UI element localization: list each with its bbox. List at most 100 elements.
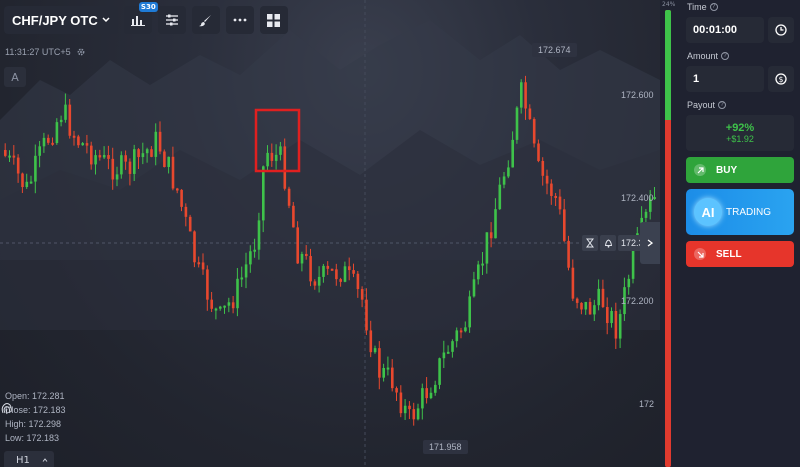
candle-body (416, 408, 420, 420)
candle-body (55, 122, 59, 143)
candle-body (563, 209, 566, 241)
candle-body (511, 139, 514, 168)
candle-body (34, 155, 37, 182)
chart-type-button[interactable]: S30 (123, 2, 158, 34)
candle-body (472, 279, 476, 297)
more-options-button[interactable] (225, 6, 254, 34)
candle-body (403, 405, 407, 414)
candle-body (489, 232, 493, 239)
candle-body (455, 330, 459, 342)
candle-body (85, 143, 89, 146)
collapse-panel-button[interactable] (640, 222, 660, 264)
candle-body (494, 209, 497, 239)
candle-body (330, 268, 334, 271)
candle-body (309, 256, 312, 282)
candle-body (631, 246, 635, 279)
help-icon[interactable]: ? (721, 52, 730, 60)
fingerprint-icon[interactable] (0, 400, 14, 416)
hourglass-icon (586, 238, 594, 248)
sell-button[interactable]: SELL (686, 241, 794, 267)
price-label-low: 171.958 (423, 440, 468, 454)
candle-body (524, 82, 527, 109)
candle-body (274, 154, 278, 161)
candle-body (399, 392, 403, 414)
candle-body (425, 388, 428, 399)
chevron-down-icon (102, 17, 110, 23)
candle-body (219, 306, 222, 309)
candle-body (421, 388, 424, 409)
candle-body (610, 311, 613, 324)
candle-body (335, 269, 338, 280)
candle-body (597, 288, 600, 306)
asset-selector[interactable]: CHF/JPY OTC (4, 6, 118, 34)
settings-gear-icon[interactable] (77, 48, 85, 56)
candle-body (279, 146, 282, 155)
ai-trading-label: TRADING (726, 206, 771, 218)
candle-body (249, 251, 252, 265)
price-axis-label: 172.600 (621, 90, 654, 100)
candlestick-chart[interactable] (0, 0, 660, 467)
price-line-tools: 172.3 (582, 235, 647, 251)
alert-button[interactable] (600, 235, 616, 251)
amount-label: Amount? (686, 51, 794, 61)
drawing-label-button[interactable]: A (4, 67, 26, 87)
candle-body (111, 158, 115, 180)
timeframe-selector[interactable]: H1 (4, 451, 54, 467)
candle-body (434, 384, 437, 393)
asset-name: CHF/JPY OTC (12, 12, 98, 28)
trading-app: CHF/JPY OTC S30 11:31:27 UTC+5 A 172.674… (0, 0, 800, 467)
candle-body (141, 153, 145, 158)
candle-body (317, 276, 321, 286)
candle-body (25, 181, 29, 188)
buy-label: BUY (716, 164, 738, 176)
candle-body (283, 146, 287, 189)
timer-button[interactable] (582, 235, 598, 251)
drawing-tools-button[interactable] (191, 6, 220, 34)
timeframe-badge: S30 (138, 2, 158, 12)
chevron-up-icon (42, 458, 48, 462)
ohlc-high: High: 172.298 (5, 419, 62, 429)
help-icon[interactable]: ? (709, 3, 718, 11)
candle-body (322, 265, 325, 277)
arrow-down-right-icon (694, 248, 706, 260)
currency-button[interactable]: $ (768, 66, 794, 92)
candle-body (451, 341, 454, 352)
candle-body (128, 161, 132, 174)
candle-body (210, 299, 213, 309)
ai-trading-button[interactable]: AI TRADING (686, 189, 794, 235)
candle-body (292, 205, 295, 228)
candle-body (408, 405, 411, 410)
candle-body (51, 142, 54, 145)
price-axis-label: 172.200 (621, 296, 654, 306)
help-icon[interactable]: ? (718, 101, 727, 109)
candle-body (270, 152, 274, 161)
price-chart[interactable]: CHF/JPY OTC S30 11:31:27 UTC+5 A 172.674… (0, 0, 660, 467)
candle-body (373, 348, 377, 353)
buy-button[interactable]: BUY (686, 157, 794, 183)
indicators-button[interactable] (157, 6, 186, 34)
candle-body (214, 308, 218, 311)
amount-input[interactable]: 1 (686, 66, 764, 92)
candle-body (193, 231, 196, 263)
candle-body (365, 299, 368, 331)
candle-body (59, 119, 63, 123)
price-label-high: 172.674 (532, 43, 577, 57)
trader-sentiment-bar: 24% (662, 1, 675, 467)
candle-body (339, 279, 342, 282)
candle-body (567, 240, 570, 268)
candle-body (102, 155, 106, 158)
candle-body (348, 266, 351, 271)
time-picker-button[interactable] (768, 17, 794, 43)
candle-body (163, 151, 166, 168)
candle-body (240, 277, 244, 280)
candle-body (257, 220, 261, 250)
candle-body (154, 131, 158, 157)
candle-body (601, 288, 605, 308)
candle-body (137, 149, 140, 158)
brush-icon (199, 14, 212, 26)
candle-body (391, 367, 394, 389)
time-label: Time? (686, 2, 794, 12)
arrow-up-right-icon (694, 164, 706, 176)
layout-button[interactable] (259, 6, 288, 34)
time-input[interactable]: 00:01:00 (686, 17, 764, 43)
